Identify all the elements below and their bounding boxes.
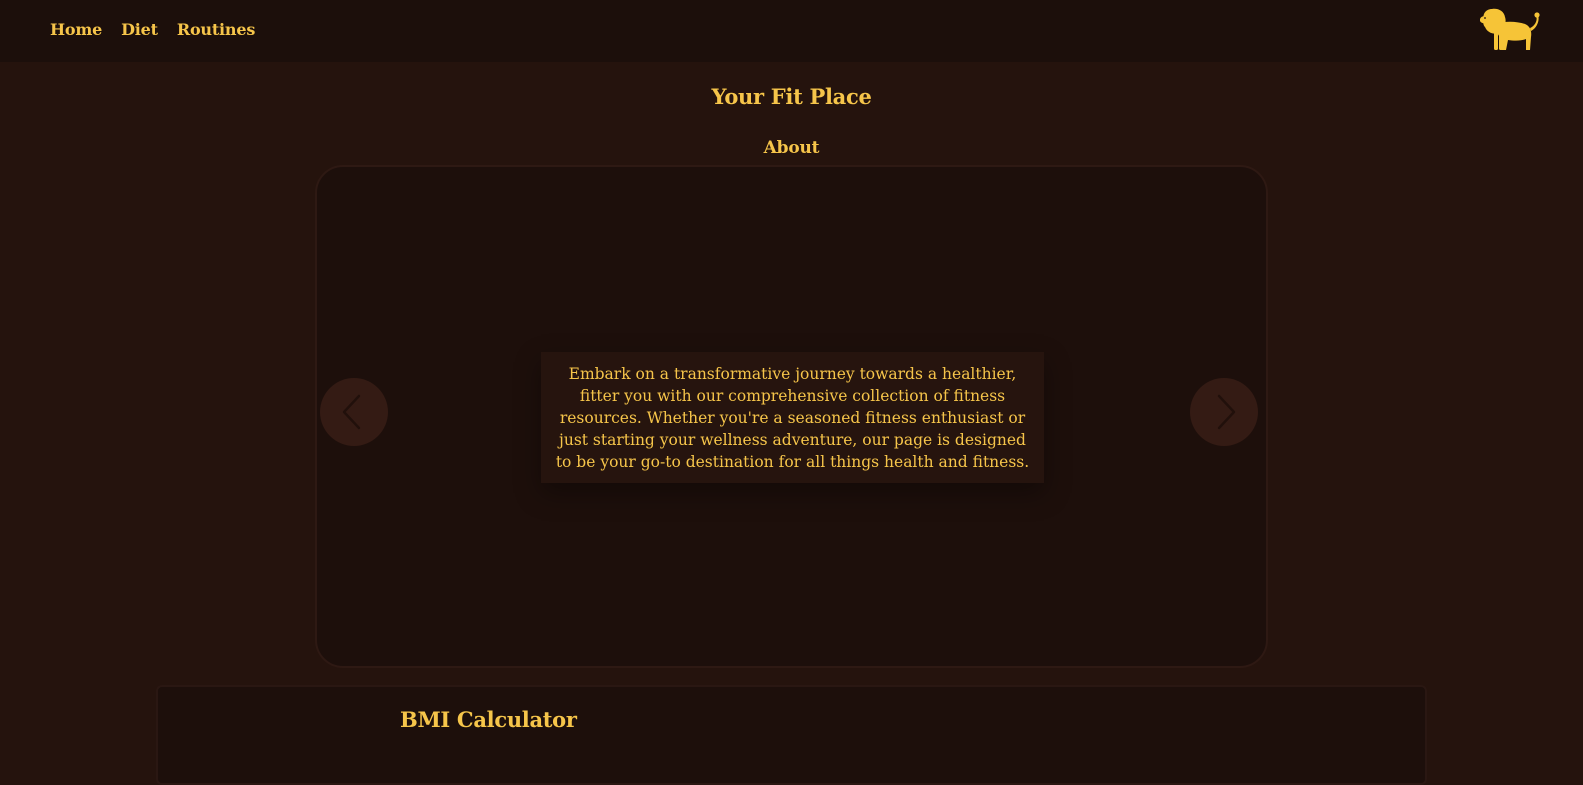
chevron-right-icon — [1217, 394, 1236, 430]
about-heading: About — [763, 138, 820, 158]
carousel-next-button[interactable] — [1190, 378, 1258, 446]
nav-home-link[interactable]: Home — [50, 20, 102, 39]
nav-diet-link[interactable]: Diet — [121, 20, 158, 39]
bmi-calculator-card: BMI Calculator — [156, 685, 1427, 785]
lion-icon[interactable] — [1478, 6, 1542, 56]
top-navbar: Home Diet Routines — [0, 0, 1583, 62]
carousel-slide-text: Embark on a transformative journey towar… — [541, 352, 1044, 483]
about-carousel: Embark on a transformative journey towar… — [315, 165, 1268, 668]
chevron-left-icon — [342, 394, 361, 430]
main-nav: Home Diet Routines — [50, 20, 255, 39]
nav-routines-link[interactable]: Routines — [177, 20, 255, 39]
bmi-calculator-title: BMI Calculator — [400, 707, 577, 732]
carousel-prev-button[interactable] — [320, 378, 388, 446]
page-title: Your Fit Place — [711, 84, 872, 109]
